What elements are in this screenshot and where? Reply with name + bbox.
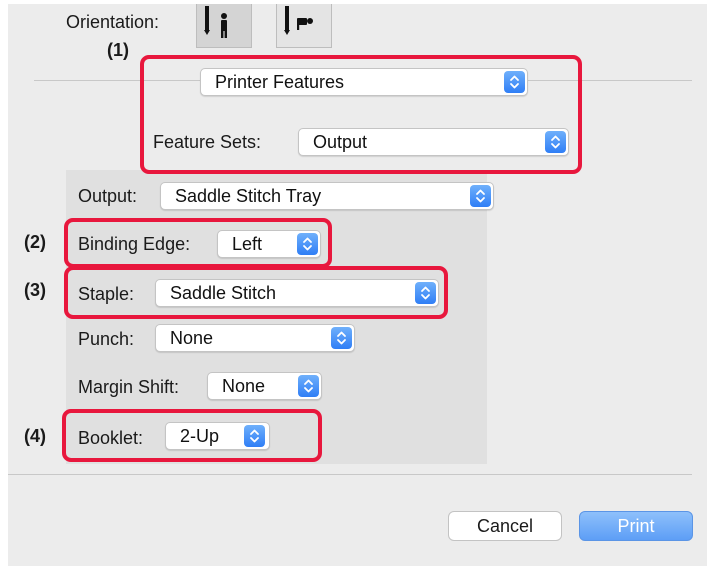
punch-label: Punch: <box>78 329 135 349</box>
output-popup[interactable]: Saddle Stitch Tray <box>160 182 494 210</box>
highlight-box-2 <box>64 218 332 268</box>
highlight-box-4 <box>62 409 322 462</box>
popup-stepper-icon <box>331 327 352 349</box>
popup-stepper-icon <box>470 185 491 207</box>
punch-popup[interactable]: None <box>155 324 355 352</box>
orientation-landscape-button[interactable] <box>276 4 332 48</box>
portrait-icon <box>204 6 227 38</box>
callout-number-4: (4) <box>24 426 46 446</box>
orientation-label: Orientation: <box>66 12 160 32</box>
orientation-portrait-button[interactable] <box>196 4 252 48</box>
callout-number-1: (1) <box>107 40 129 60</box>
highlight-box-1 <box>140 55 582 174</box>
highlight-box-3 <box>64 266 448 319</box>
callout-number-3: (3) <box>24 280 46 300</box>
cancel-button[interactable]: Cancel <box>448 511 562 541</box>
landscape-icon <box>284 6 313 35</box>
margin-shift-popup[interactable]: None <box>207 372 322 400</box>
separator-bottom <box>8 474 692 475</box>
popup-stepper-icon <box>298 375 319 397</box>
output-label: Output: <box>78 186 138 206</box>
callout-number-2: (2) <box>24 232 46 252</box>
margin-shift-label: Margin Shift: <box>78 377 180 397</box>
print-button[interactable]: Print <box>579 511 693 541</box>
